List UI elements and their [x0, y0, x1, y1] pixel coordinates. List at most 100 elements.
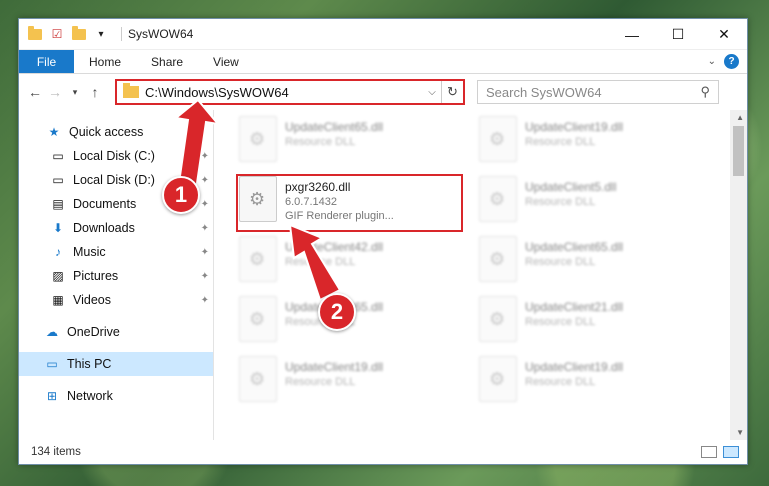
close-button[interactable]: ✕: [701, 19, 747, 50]
up-arrow-icon[interactable]: ↑: [85, 84, 105, 100]
search-input[interactable]: [486, 84, 701, 100]
expand-ribbon-icon[interactable]: ⌄: [708, 56, 716, 67]
cloud-icon: ☁: [46, 325, 58, 339]
videos-icon: ▦: [52, 293, 64, 307]
file-list: UpdateClient65.dll Resource DLL UpdateCl…: [214, 110, 747, 440]
dll-file-icon: [239, 236, 277, 282]
new-folder-icon[interactable]: [71, 25, 87, 42]
forward-arrow-icon[interactable]: →: [45, 84, 65, 100]
step-2-badge: 2: [318, 293, 356, 331]
scroll-thumb[interactable]: [733, 126, 744, 176]
pin-icon: ✦: [200, 294, 209, 306]
file-description: Resource DLL: [525, 136, 596, 148]
file-name: UpdateClient19.dll: [285, 360, 384, 374]
file-name: UpdateClient5.dll: [525, 180, 617, 194]
chevron-down-icon[interactable]: ⌵: [423, 87, 441, 98]
sidebar-item-label: Downloads: [73, 221, 135, 235]
file-highlight-frame: [236, 174, 463, 232]
tab-file[interactable]: File: [19, 50, 74, 73]
explorer-window: ☑ ▾ SysWOW64 — ☐ ✕ File Home Share View …: [18, 18, 748, 465]
tab-view[interactable]: View: [198, 50, 254, 73]
dll-file-icon: [479, 116, 517, 162]
step-1-badge: 1: [162, 176, 200, 214]
file-name: UpdateClient21.dll: [525, 300, 624, 314]
file-item[interactable]: UpdateClient19.dll Resource DLL: [479, 116, 699, 170]
pin-icon: ✦: [200, 150, 209, 162]
minimize-button[interactable]: —: [609, 19, 655, 50]
file-description: Resource DLL: [285, 256, 356, 268]
dll-file-icon: [239, 116, 277, 162]
help-icon[interactable]: ?: [724, 54, 739, 69]
computer-icon: ▭: [46, 357, 58, 371]
divider: [121, 27, 122, 41]
sidebar-item-videos[interactable]: ▦ Videos ✦: [19, 288, 213, 312]
sidebar-item-label: Pictures: [73, 269, 119, 283]
sidebar-item-label: Music: [73, 245, 106, 259]
sidebar-item-label: Documents: [73, 197, 137, 211]
file-name: UpdateClient65.dll: [285, 120, 384, 134]
content-area: ★ Quick access ▭ Local Disk (C:) ✦ ▭ Loc…: [19, 110, 747, 440]
file-name: UpdateClient65.dll: [525, 240, 624, 254]
dll-file-icon: [479, 356, 517, 402]
sidebar-item-network[interactable]: ⊞ Network: [19, 384, 213, 408]
file-item[interactable]: UpdateClient21.dll Resource DLL: [479, 296, 699, 350]
sidebar-item-label: Quick access: [69, 125, 144, 139]
search-icon: ⚲: [700, 84, 710, 99]
file-item[interactable]: UpdateClient19.dll Resource DLL: [479, 356, 699, 410]
window-controls: — ☐ ✕: [609, 19, 747, 49]
item-count: 134 items: [31, 446, 81, 458]
dll-file-icon: [479, 296, 517, 342]
file-item[interactable]: UpdateClient19.dll Resource DLL: [239, 356, 459, 410]
scroll-up-icon[interactable]: ▲: [736, 113, 744, 122]
sidebar-item-label: Local Disk (D:): [73, 173, 155, 187]
file-description: Resource DLL: [525, 256, 596, 268]
pin-icon: ✦: [200, 174, 209, 186]
scroll-down-icon[interactable]: ▼: [736, 428, 744, 437]
properties-icon[interactable]: ☑: [49, 26, 65, 42]
details-view-icon[interactable]: [701, 446, 717, 458]
sidebar-item-music[interactable]: ♪ Music ✦: [19, 240, 213, 264]
window-title: SysWOW64: [128, 27, 194, 41]
downloads-icon: ⬇: [52, 221, 64, 235]
tab-share[interactable]: Share: [136, 50, 198, 73]
sidebar-item-pictures[interactable]: ▨ Pictures ✦: [19, 264, 213, 288]
customize-qa-icon[interactable]: ▾: [93, 26, 109, 42]
address-path[interactable]: C:\Windows\SysWOW64: [145, 85, 423, 100]
ribbon-right: ⌄ ?: [708, 50, 747, 73]
vertical-scrollbar[interactable]: ▲ ▼: [730, 110, 747, 440]
file-description: Resource DLL: [525, 376, 596, 388]
sidebar-item-label: Network: [67, 389, 113, 403]
sidebar-item-quick-access[interactable]: ★ Quick access: [19, 120, 213, 144]
dll-file-icon: [479, 176, 517, 222]
drive-icon: ▭: [52, 173, 64, 187]
sidebar-item-local-disk-c[interactable]: ▭ Local Disk (C:) ✦: [19, 144, 213, 168]
sidebar-item-downloads[interactable]: ⬇ Downloads ✦: [19, 216, 213, 240]
file-item[interactable]: UpdateClient5.dll Resource DLL: [479, 176, 699, 230]
folder-icon: [123, 83, 139, 98]
drive-icon: ▭: [52, 149, 64, 163]
file-item[interactable]: UpdateClient42.dll Resource DLL: [239, 236, 459, 290]
tab-home[interactable]: Home: [74, 50, 136, 73]
status-bar: 134 items: [19, 440, 747, 464]
file-item[interactable]: UpdateClient65.dll Resource DLL: [479, 236, 699, 290]
file-description: Resource DLL: [525, 316, 596, 328]
dll-file-icon: [239, 296, 277, 342]
back-arrow-icon[interactable]: ←: [25, 84, 45, 100]
maximize-button[interactable]: ☐: [655, 19, 701, 50]
sidebar-item-onedrive[interactable]: ☁ OneDrive: [19, 320, 213, 344]
view-switcher: [701, 446, 747, 458]
address-bar[interactable]: C:\Windows\SysWOW64 ⌵ ↻: [115, 79, 465, 105]
sidebar-item-this-pc[interactable]: ▭ This PC: [19, 352, 213, 376]
pin-icon: ✦: [200, 222, 209, 234]
refresh-icon[interactable]: ↻: [441, 81, 463, 103]
recent-locations-icon[interactable]: ▾: [65, 87, 85, 98]
file-item[interactable]: UpdateClient65.dll Resource DLL: [239, 116, 459, 170]
navigation-pane: ★ Quick access ▭ Local Disk (C:) ✦ ▭ Loc…: [19, 110, 214, 440]
tiles-view-icon[interactable]: [723, 446, 739, 458]
file-name: UpdateClient42.dll: [285, 240, 384, 254]
dll-file-icon: [239, 356, 277, 402]
pin-icon: ✦: [200, 270, 209, 282]
folder-icon: [27, 25, 43, 42]
search-box[interactable]: ⚲: [477, 80, 719, 104]
file-description: Resource DLL: [285, 136, 356, 148]
